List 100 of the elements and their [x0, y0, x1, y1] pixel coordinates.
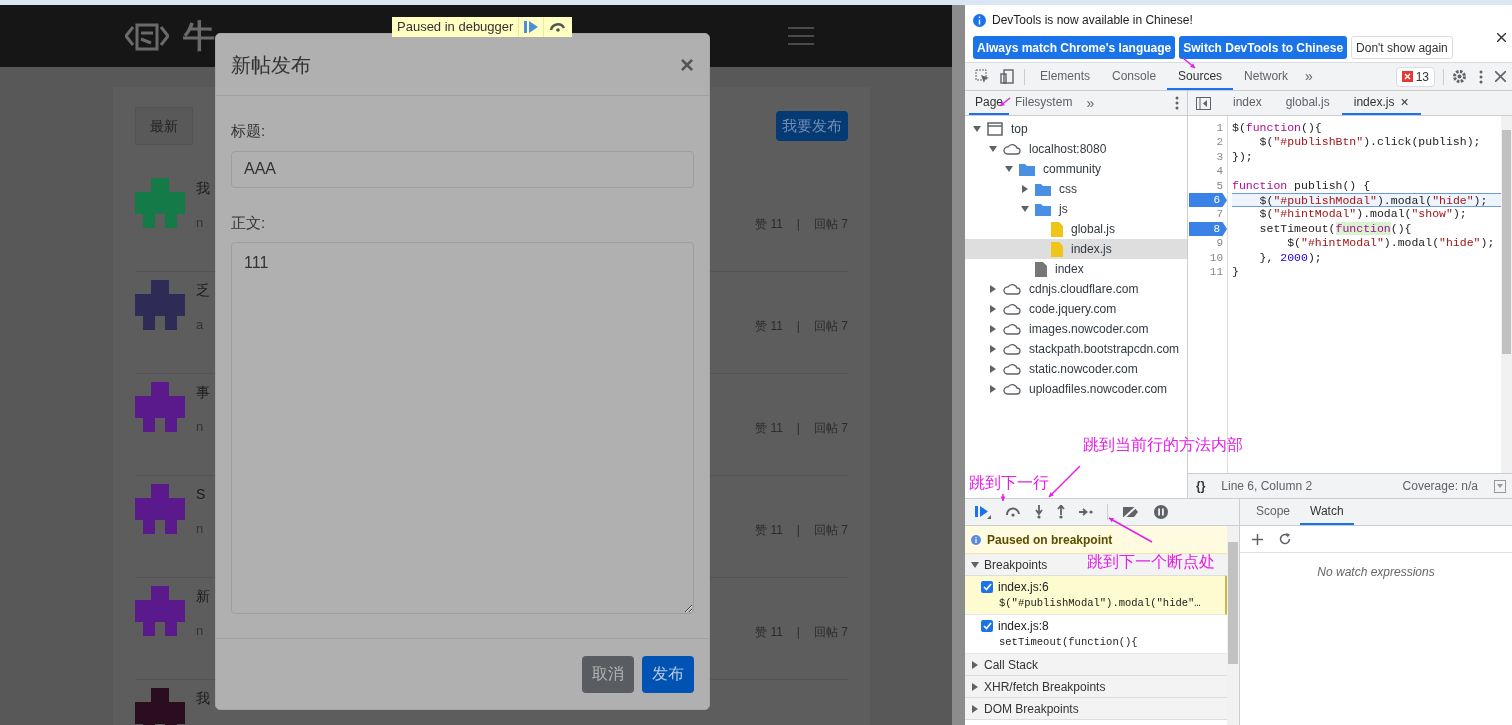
sidebar-tab[interactable]: Watch	[1300, 499, 1354, 525]
tree-item[interactable]: index.js	[965, 239, 1187, 259]
caret-right-icon[interactable]	[989, 305, 997, 313]
refresh-icon[interactable]	[1279, 533, 1291, 545]
code-line: $(function(){	[1232, 121, 1322, 134]
code-line: $("#hintModal").modal("hide");	[1286, 236, 1495, 250]
tree-item[interactable]: js	[965, 199, 1187, 219]
step-into-icon[interactable]	[1035, 505, 1043, 519]
more-tabs-button[interactable]: »	[1078, 92, 1103, 114]
section-header[interactable]: DOM Breakpoints	[965, 698, 1227, 720]
file-tab[interactable]: index.js ×	[1341, 91, 1421, 115]
more-icon[interactable]	[1175, 96, 1179, 110]
tree-item[interactable]: cdnjs.cloudflare.com	[965, 279, 1187, 299]
line-number[interactable]: 6	[1189, 192, 1227, 208]
navigator-tab[interactable]: Filesystem	[1009, 91, 1079, 115]
caret-right-icon[interactable]	[989, 325, 997, 333]
caret-right-icon[interactable]	[989, 385, 997, 393]
close-icon[interactable]	[1495, 71, 1506, 82]
caret-right-icon[interactable]	[989, 365, 997, 373]
add-icon[interactable]	[1252, 533, 1263, 545]
cloud-icon	[1003, 343, 1021, 355]
caret-down-icon[interactable]	[1021, 205, 1029, 213]
line-number[interactable]: 7	[1216, 207, 1227, 222]
caret-right-icon[interactable]	[971, 682, 979, 691]
tree-item[interactable]: code.jquery.com	[965, 299, 1187, 319]
title-input[interactable]: AAA	[231, 150, 694, 188]
cloud-icon	[1003, 143, 1021, 155]
annotation-text: 跳到下一个断点处	[1087, 553, 1215, 571]
panel-tab[interactable]: Network	[1233, 63, 1300, 90]
tree-item[interactable]: top	[965, 119, 1187, 139]
checkbox[interactable]	[981, 581, 993, 594]
annotation-text: 跳到当前行的方法内部	[1083, 436, 1243, 454]
file-tab[interactable]: global.js	[1273, 91, 1342, 115]
step-icon[interactable]	[1079, 508, 1093, 516]
sidebar-tab[interactable]: Scope	[1246, 499, 1301, 525]
cloud-icon	[1003, 283, 1021, 295]
file-tab[interactable]: index	[1221, 91, 1274, 115]
check-icon	[982, 622, 992, 631]
line-number[interactable]: 4	[1216, 164, 1227, 179]
line-number[interactable]: 2	[1216, 135, 1227, 150]
tree-item[interactable]: stackpath.bootstrapcdn.com	[965, 339, 1187, 359]
cancel-button[interactable]: 取消	[582, 655, 634, 693]
caret-right-icon[interactable]	[989, 345, 997, 353]
tree-item[interactable]: images.nowcoder.com	[965, 319, 1187, 339]
submit-button[interactable]: 发布	[642, 655, 694, 693]
publish-button[interactable]: 我要发布	[776, 111, 848, 141]
section-header[interactable]: XHR/fetch Breakpoints	[965, 676, 1227, 698]
caret-down-icon[interactable]	[971, 560, 979, 569]
infobar-button[interactable]: Always match Chrome's language	[973, 36, 1176, 59]
caret-right-icon[interactable]	[971, 704, 979, 713]
format-button[interactable]: {}	[1196, 477, 1206, 495]
more-tabs-button[interactable]: »	[1299, 66, 1319, 87]
tree-item[interactable]: community	[965, 159, 1187, 179]
panel-tab[interactable]: Console	[1101, 63, 1168, 90]
caret-right-icon[interactable]	[1021, 185, 1029, 193]
breakpoint-item[interactable]: index.js:6 $("#publishModal").modal("hide"…	[965, 576, 1227, 615]
panel-tab[interactable]: Elements	[1029, 63, 1102, 90]
code-line: $("#hintModal").modal("show");	[1258, 207, 1467, 221]
caret-right-icon[interactable]	[971, 660, 979, 669]
tree-item[interactable]: localhost:8080	[965, 139, 1187, 159]
line-number[interactable]: 8	[1189, 221, 1227, 237]
line-number[interactable]: 1	[1216, 121, 1227, 136]
tree-item[interactable]: index	[965, 259, 1187, 279]
line-number[interactable]: 3	[1216, 149, 1227, 165]
caret-down-icon[interactable]	[989, 145, 997, 153]
tree-item[interactable]: uploadfiles.nowcoder.com	[965, 379, 1187, 399]
deactivate-breakpoints-icon[interactable]	[1122, 506, 1140, 518]
checkbox[interactable]	[981, 620, 993, 633]
line-number[interactable]: 5	[1216, 178, 1227, 193]
settings-icon[interactable]	[1452, 69, 1467, 84]
caret-down-icon[interactable]	[1005, 165, 1013, 173]
identicon-avatar	[135, 688, 185, 725]
close-icon[interactable]	[1497, 33, 1506, 42]
section-header[interactable]: Call Stack	[965, 654, 1227, 676]
pause-icon[interactable]	[1154, 505, 1168, 519]
tree-label: cdnjs.cloudflare.com	[1029, 281, 1139, 298]
device-icon[interactable]	[1000, 69, 1014, 84]
step-over-icon[interactable]	[1005, 507, 1021, 517]
line-number[interactable]: 11	[1209, 264, 1227, 280]
infobar-button[interactable]: Switch DevTools to Chinese	[1179, 36, 1348, 59]
cloud-icon	[1003, 383, 1021, 395]
infobar-button[interactable]: Don't show again	[1351, 36, 1453, 59]
more-icon[interactable]	[1479, 69, 1483, 84]
line-number[interactable]: 9	[1216, 236, 1227, 251]
step-out-icon[interactable]	[1057, 505, 1065, 519]
tree-item[interactable]: css	[965, 179, 1187, 199]
inspect-icon[interactable]	[975, 69, 990, 84]
tree-item[interactable]: static.nowcoder.com	[965, 359, 1187, 379]
cloud-icon	[1003, 323, 1021, 335]
drawer-icon[interactable]	[1494, 479, 1506, 493]
resume-icon[interactable]	[975, 505, 991, 519]
sidebar-toggle-icon[interactable]	[1196, 96, 1211, 110]
breakpoint-code: $("#publishModal").modal("hide"…	[999, 596, 1202, 612]
caret-right-icon[interactable]	[989, 285, 997, 293]
body-textarea[interactable]: 111	[231, 242, 694, 614]
tree-item[interactable]: global.js	[965, 219, 1187, 239]
caret-down-icon[interactable]	[973, 125, 981, 133]
error-badge[interactable]: 13	[1395, 66, 1435, 87]
close-button[interactable]: ×	[680, 52, 694, 77]
line-number[interactable]: 10	[1209, 250, 1227, 265]
